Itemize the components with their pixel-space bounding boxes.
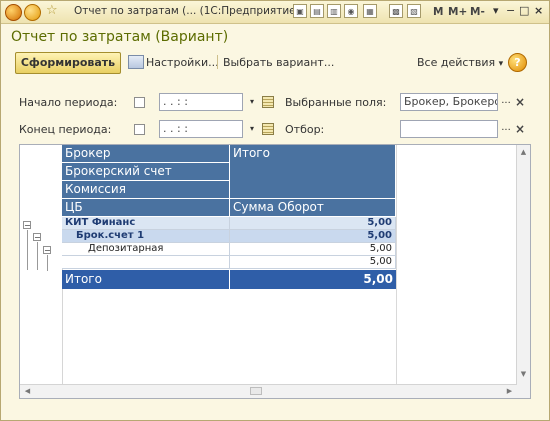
document-icon[interactable]: ▦ bbox=[363, 4, 377, 18]
save-icon[interactable]: ▣ bbox=[293, 4, 307, 18]
horizontal-scroll-thumb[interactable] bbox=[250, 387, 262, 395]
period-end-checkbox[interactable] bbox=[134, 124, 145, 135]
header-commission: Комиссия bbox=[62, 181, 230, 199]
period-end-dropdown-icon[interactable]: ▾ bbox=[245, 120, 259, 138]
period-start-checkbox[interactable] bbox=[134, 97, 145, 108]
period-end-calendar-icon[interactable] bbox=[262, 123, 274, 135]
total-row-label[interactable]: Итого bbox=[62, 270, 230, 289]
header-broker: Брокер bbox=[62, 145, 230, 163]
preview-icon[interactable]: ▥ bbox=[327, 4, 341, 18]
scroll-left-icon[interactable]: ◀ bbox=[22, 386, 33, 397]
header-broker-account: Брокерский счет bbox=[62, 163, 230, 181]
table-row-value[interactable]: 5,00 bbox=[230, 243, 396, 256]
collapse-level-3-icon[interactable]: − bbox=[43, 246, 51, 255]
app-menu-chevron-down-icon[interactable] bbox=[24, 4, 41, 21]
window-menu-chevron-down-icon[interactable]: ▾ bbox=[493, 4, 499, 17]
print-icon[interactable]: ▤ bbox=[310, 4, 324, 18]
tree-line bbox=[47, 255, 48, 271]
all-actions-label: Все действия bbox=[417, 56, 496, 69]
collapse-level-2-icon[interactable]: − bbox=[33, 233, 41, 242]
scroll-down-icon[interactable]: ▼ bbox=[518, 369, 529, 380]
period-start-dropdown-icon[interactable]: ▾ bbox=[245, 93, 259, 111]
close-button[interactable]: × bbox=[534, 4, 543, 17]
window-title: Отчет по затратам (... (1С:Предприятие) bbox=[74, 5, 300, 17]
app-home-icon[interactable] bbox=[5, 4, 22, 21]
chevron-down-icon: ▾ bbox=[498, 59, 504, 69]
table-row-value[interactable]: 5,00 bbox=[230, 256, 396, 269]
filter-input[interactable] bbox=[400, 120, 498, 138]
table-row-label[interactable]: Депозитарная bbox=[62, 243, 230, 256]
scroll-right-icon[interactable]: ▶ bbox=[504, 386, 515, 397]
maximize-button[interactable]: □ bbox=[519, 4, 529, 17]
filter-select-button[interactable]: ... bbox=[499, 120, 513, 138]
period-start-calendar-icon[interactable] bbox=[262, 96, 274, 108]
selected-fields-input[interactable]: Брокер, Брокерский сч bbox=[400, 93, 498, 111]
tree-line bbox=[27, 230, 28, 270]
grouping-gutter: − − − bbox=[20, 145, 63, 398]
settings-button[interactable]: Настройки... bbox=[146, 56, 219, 69]
generate-report-button[interactable]: Сформировать bbox=[15, 52, 121, 74]
header-total: Итого bbox=[230, 145, 396, 199]
selected-fields-label: Выбранные поля: bbox=[285, 96, 387, 109]
calculator-icon[interactable]: ▩ bbox=[389, 4, 403, 18]
period-end-label: Конец периода: bbox=[19, 123, 112, 136]
period-start-input[interactable]: . . : : bbox=[159, 93, 243, 111]
favorite-star-icon[interactable]: ☆ bbox=[46, 3, 58, 18]
table-row-label[interactable] bbox=[62, 256, 230, 269]
form-title: Отчет по затратам (Вариант) bbox=[11, 29, 229, 45]
table-row-value[interactable]: 5,00 bbox=[230, 230, 396, 243]
calendar-icon[interactable]: ▧ bbox=[407, 4, 421, 18]
window-titlebar: ☆ Отчет по затратам (... (1С:Предприятие… bbox=[1, 1, 549, 24]
filter-clear-icon[interactable]: × bbox=[514, 120, 526, 138]
period-start-label: Начало периода: bbox=[19, 96, 118, 109]
table-row-value[interactable]: 5,00 bbox=[230, 217, 396, 230]
header-sum-turnover: Сумма Оборот bbox=[230, 199, 396, 217]
filter-label: Отбор: bbox=[285, 123, 325, 136]
table-row-label[interactable]: Брок.счет 1 bbox=[62, 230, 230, 243]
selected-fields-clear-icon[interactable]: × bbox=[514, 93, 526, 111]
scroll-up-icon[interactable]: ▲ bbox=[518, 147, 529, 158]
tree-line bbox=[37, 242, 38, 270]
toolbar-separator bbox=[217, 55, 218, 69]
period-end-input[interactable]: . . : : bbox=[159, 120, 243, 138]
selected-fields-select-button[interactable]: ... bbox=[499, 93, 513, 111]
column-divider bbox=[396, 145, 397, 385]
vertical-scrollbar[interactable]: ▲ ▼ bbox=[516, 145, 530, 398]
settings-icon[interactable] bbox=[128, 55, 144, 69]
horizontal-scrollbar[interactable]: ◀ ▶ bbox=[20, 384, 517, 398]
report-spreadsheet[interactable]: − − − Брокер Брокерский счет Комиссия ЦБ… bbox=[19, 144, 531, 399]
memory-plus-button[interactable]: M+ bbox=[448, 6, 467, 18]
report-window: ☆ Отчет по затратам (... (1С:Предприятие… bbox=[0, 0, 550, 421]
memory-minus-button[interactable]: M- bbox=[470, 6, 485, 18]
total-row-value[interactable]: 5,00 bbox=[230, 270, 396, 289]
collapse-level-1-icon[interactable]: − bbox=[23, 221, 31, 230]
table-row-label[interactable]: КИТ Финанс bbox=[62, 217, 230, 230]
choose-variant-button[interactable]: Выбрать вариант... bbox=[223, 56, 334, 69]
header-security: ЦБ bbox=[62, 199, 230, 217]
memory-m-button[interactable]: M bbox=[433, 6, 443, 18]
all-actions-button[interactable]: Все действия ▾ bbox=[417, 56, 503, 69]
minimize-button[interactable]: − bbox=[506, 4, 515, 17]
search-icon[interactable]: ◉ bbox=[344, 4, 358, 18]
help-icon[interactable]: ? bbox=[508, 53, 527, 72]
